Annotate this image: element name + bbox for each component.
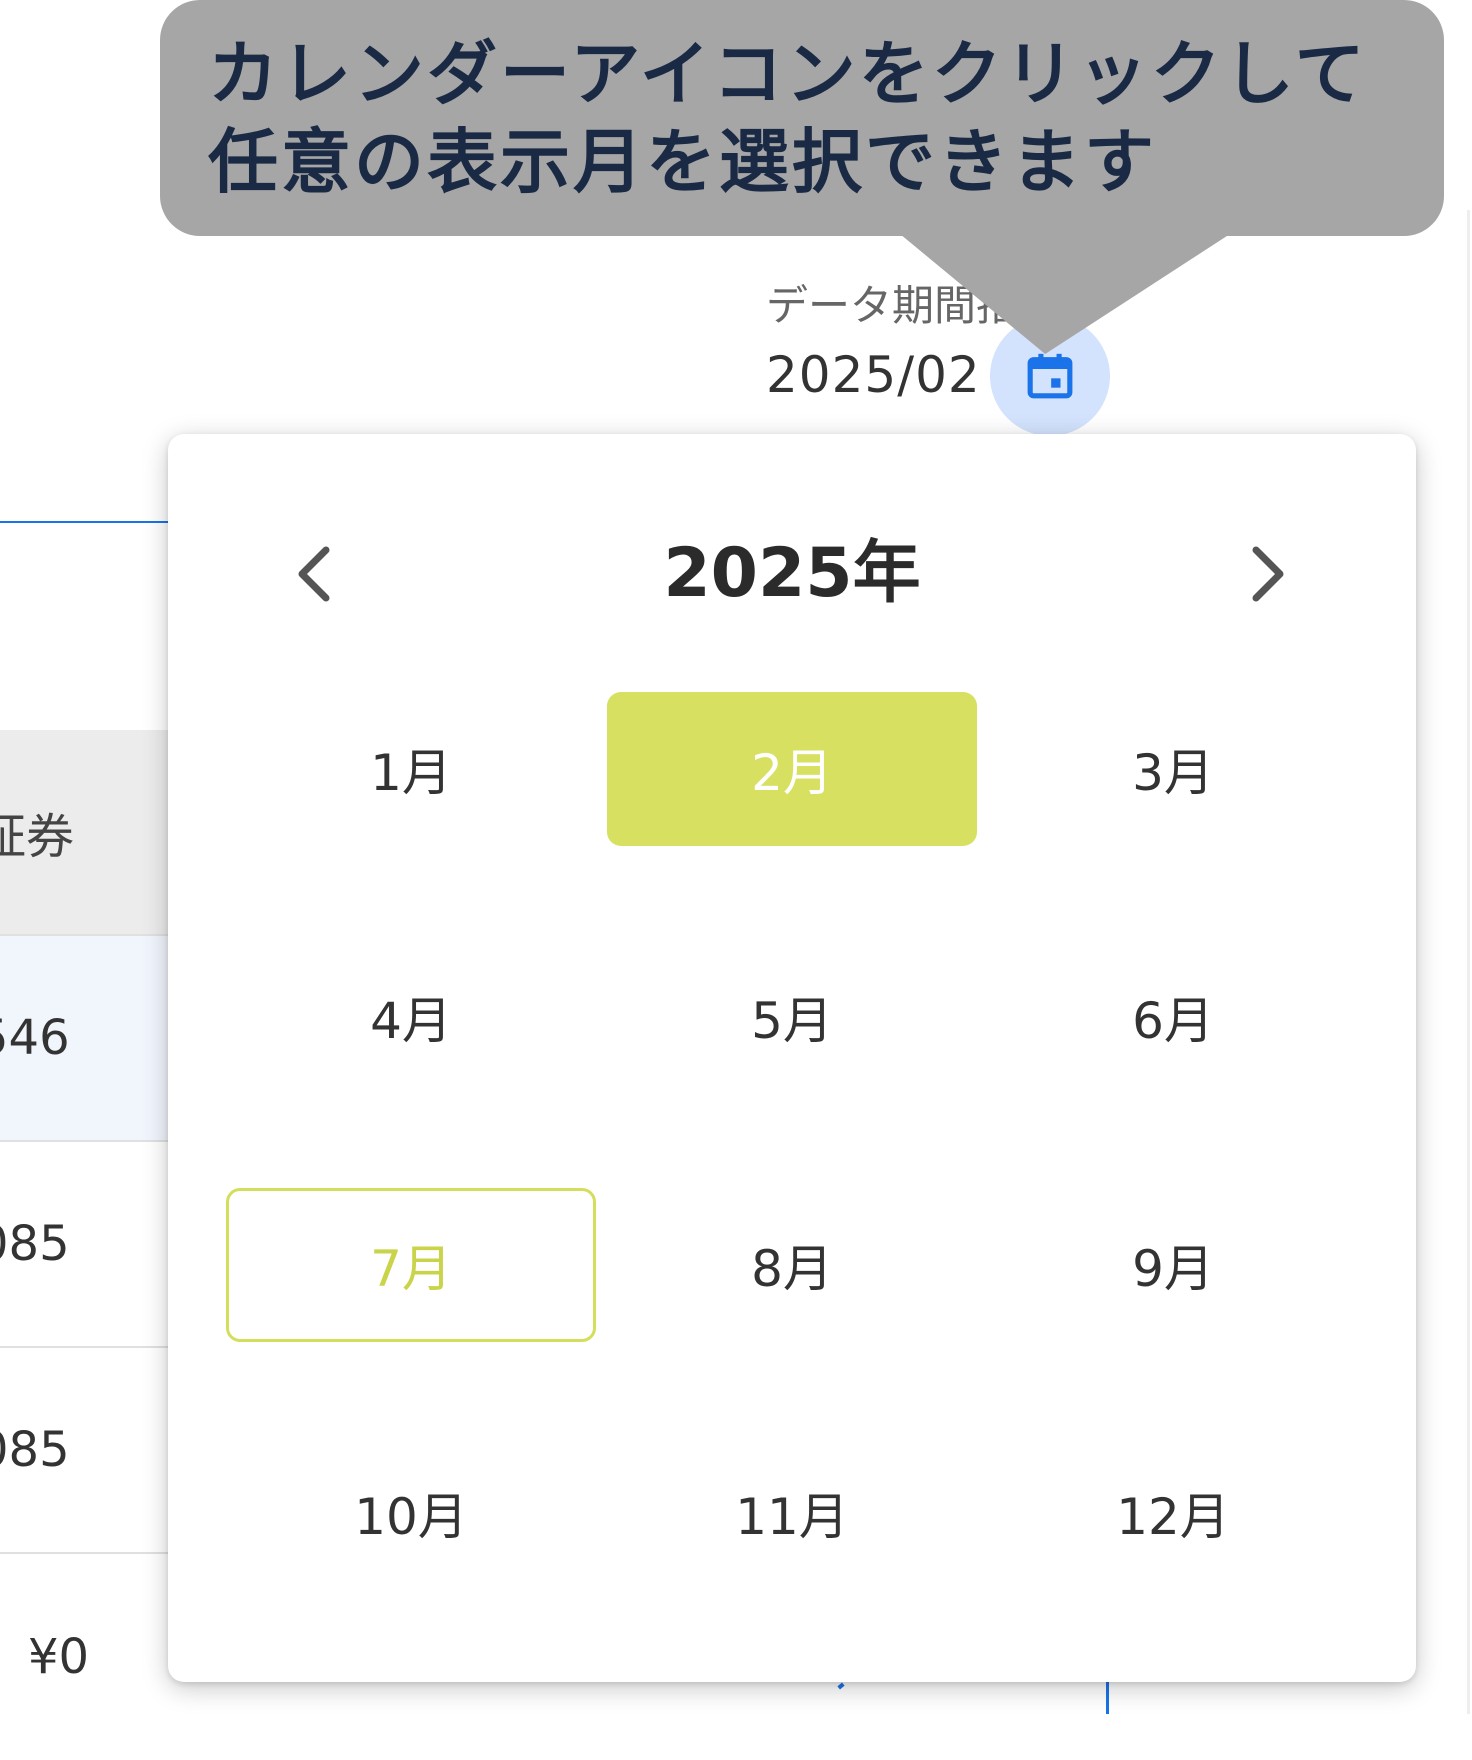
- holdings-table: 証券 546 085 085 ¥0: [0, 730, 170, 1760]
- month-option[interactable]: 11月: [607, 1436, 977, 1590]
- month-grid: 1月 2月 3月 4月 5月 6月 7月 8月 9月 10月 11月 12月: [226, 692, 1358, 1590]
- month-option[interactable]: 5月: [607, 940, 977, 1094]
- month-option[interactable]: 3月: [988, 692, 1358, 846]
- table-header-cell: 証券: [0, 730, 170, 936]
- picker-header: 2025年: [168, 494, 1416, 654]
- chart-point-fragment: [837, 1682, 845, 1690]
- data-period-value: 2025/02: [766, 346, 981, 404]
- table-row[interactable]: 546: [0, 936, 170, 1142]
- month-option[interactable]: 6月: [988, 940, 1358, 1094]
- calendar-icon: [1027, 353, 1073, 399]
- callout-text: カレンダーアイコンをクリックして 任意の表示月を選択できます: [208, 30, 1400, 206]
- callout-line-2: 任意の表示月を選択できます: [208, 121, 1157, 203]
- next-year-button[interactable]: [1218, 494, 1318, 654]
- table-row[interactable]: 085: [0, 1348, 170, 1554]
- month-option[interactable]: 10月: [226, 1436, 596, 1590]
- month-option[interactable]: 1月: [226, 692, 596, 846]
- month-option[interactable]: 4月: [226, 940, 596, 1094]
- page-right-edge: [1467, 210, 1470, 1714]
- instruction-callout: カレンダーアイコンをクリックして 任意の表示月を選択できます: [160, 0, 1444, 236]
- chart-line-fragment: [1106, 1680, 1109, 1714]
- month-option[interactable]: 8月: [607, 1188, 977, 1342]
- month-option-current[interactable]: 7月: [226, 1188, 596, 1342]
- chevron-right-icon: [1252, 546, 1284, 602]
- tab-underline: [0, 521, 170, 523]
- month-option[interactable]: 9月: [988, 1188, 1358, 1342]
- callout-line-1: カレンダーアイコンをクリックして: [208, 33, 1368, 115]
- table-row[interactable]: 085: [0, 1142, 170, 1348]
- month-option[interactable]: 12月: [988, 1436, 1358, 1590]
- month-option-selected[interactable]: 2月: [607, 692, 977, 846]
- month-picker-popup: 2025年 1月 2月 3月 4月 5月 6月 7月 8月 9月 10月 11月…: [168, 434, 1416, 1682]
- table-row[interactable]: ¥0: [0, 1554, 170, 1760]
